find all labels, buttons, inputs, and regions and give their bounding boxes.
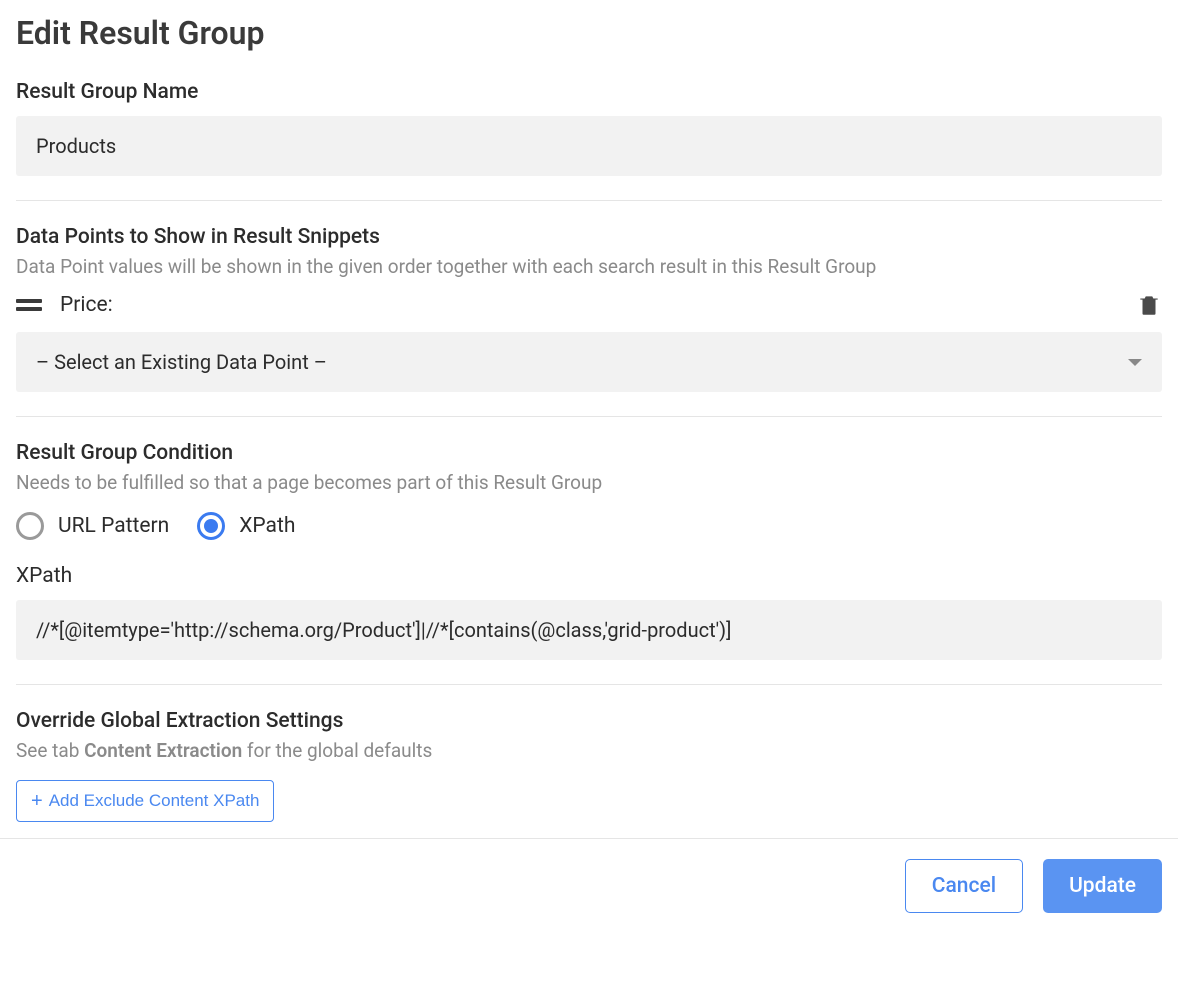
add-exclude-xpath-button[interactable]: + Add Exclude Content XPath [16,780,274,822]
result-group-name-label: Result Group Name [16,80,1162,104]
add-exclude-xpath-label: Add Exclude Content XPath [49,791,260,811]
xpath-label: XPath [16,564,1162,588]
radio-icon [16,512,44,540]
radio-url-pattern[interactable]: URL Pattern [16,512,169,540]
data-point-row: Price: [16,292,1162,318]
radio-xpath-label: XPath [239,514,295,538]
data-point-select[interactable]: – Select an Existing Data Point – [16,332,1162,392]
plus-icon: + [31,791,43,811]
section-result-group-name: Result Group Name [16,80,1162,201]
data-point-label: Price: [60,293,113,317]
condition-label: Result Group Condition [16,441,1162,465]
override-sublabel: See tab Content Extraction for the globa… [16,739,1162,762]
condition-sublabel: Needs to be fulfilled so that a page bec… [16,471,1162,494]
condition-radio-group: URL Pattern XPath [16,512,1162,540]
data-points-sublabel: Data Point values will be shown in the g… [16,255,1162,278]
radio-xpath[interactable]: XPath [197,512,295,540]
override-label: Override Global Extraction Settings [16,709,1162,733]
chevron-down-icon [1128,359,1142,366]
page-title: Edit Result Group [16,14,1162,52]
radio-icon [197,512,225,540]
trash-icon[interactable] [1136,292,1162,318]
xpath-input[interactable] [16,600,1162,660]
data-points-label: Data Points to Show in Result Snippets [16,225,1162,249]
radio-url-pattern-label: URL Pattern [58,514,169,538]
update-button[interactable]: Update [1043,859,1162,913]
footer: Cancel Update [0,838,1178,933]
cancel-button[interactable]: Cancel [905,859,1023,913]
result-group-name-input[interactable] [16,116,1162,176]
drag-handle-icon[interactable] [16,299,42,311]
section-condition: Result Group Condition Needs to be fulfi… [16,441,1162,685]
section-override: Override Global Extraction Settings See … [16,709,1162,838]
section-data-points: Data Points to Show in Result Snippets D… [16,225,1162,417]
data-point-select-label: – Select an Existing Data Point – [36,350,327,374]
